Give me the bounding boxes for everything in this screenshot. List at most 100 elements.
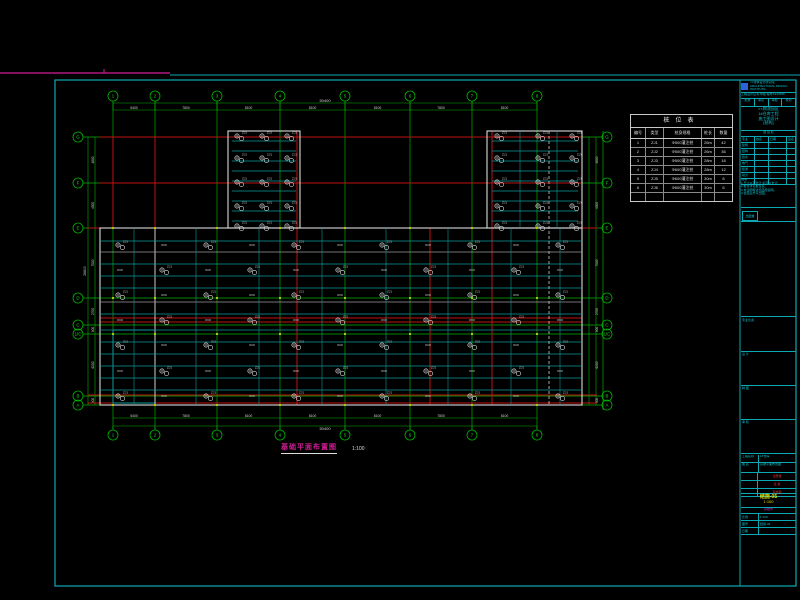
dimension-text: 3600 <box>381 268 388 272</box>
dimension-text: 3600 <box>425 343 432 347</box>
dimension-text: ZJ1 <box>167 315 172 319</box>
stamp-red-text: 签 章 <box>758 481 796 488</box>
column-node <box>344 404 346 406</box>
dimension-text: F <box>77 181 80 186</box>
pile-table-cell: 5 <box>631 175 646 183</box>
dimension-text: 1 <box>112 433 115 438</box>
pile-marker-icon <box>574 206 578 210</box>
pile-marker-icon <box>384 245 388 249</box>
signature-cell <box>769 149 787 154</box>
column-node <box>112 297 114 299</box>
dimension-text: D <box>76 296 79 301</box>
stamp-row: 注册章 <box>741 473 796 481</box>
pile-table-cell: 28m <box>702 166 715 174</box>
dimension-text: ZJ1 <box>577 153 582 157</box>
pile-marker-icon <box>499 206 503 210</box>
column-node <box>112 227 114 229</box>
pile-table-header-cell: 数量 <box>715 128 732 138</box>
column-node <box>216 297 218 299</box>
pile-marker-icon <box>208 295 212 299</box>
bottom-grid-value: 结施-05 <box>759 521 796 527</box>
dimension-text: ZJ1 <box>502 177 507 181</box>
dimension-text: ZJ1 <box>211 290 216 294</box>
pile-marker-icon <box>472 396 476 400</box>
dimension-text: 900 <box>91 398 95 404</box>
dimension-text: ZJ1 <box>519 315 524 319</box>
dimension-text: ZJ1 <box>167 265 172 269</box>
pile-table-header: 编号类型桩身规格桩长数量 <box>631 128 732 139</box>
pile-marker-icon <box>472 245 476 249</box>
dimension-text: F <box>606 181 609 186</box>
dimension-text: 3600 <box>425 293 432 297</box>
pile-marker-icon <box>120 295 124 299</box>
pile-marker-icon <box>239 206 243 210</box>
pile-marker-icon <box>540 206 544 210</box>
dimension-text: 8 <box>536 433 539 438</box>
dimension-text: 8100 <box>309 414 317 418</box>
dimension-text: 3600 <box>293 268 300 272</box>
pile-table-cell: ZJ4 <box>646 166 664 174</box>
pile-marker-icon <box>164 371 168 375</box>
dimension-text: ZJ1 <box>475 240 480 244</box>
dimension-text: ZJ1 <box>292 177 297 181</box>
dimension-text: 8100 <box>245 106 253 110</box>
dimension-text: ZJ1 <box>292 221 297 225</box>
dimension-text: ZJ1 <box>267 153 272 157</box>
dimension-text: 3600 <box>161 293 168 297</box>
dimension-text: 50400 <box>319 98 331 103</box>
signature-cell: 姓名 <box>755 137 769 142</box>
dimension-text: ZJ1 <box>211 240 216 244</box>
pile-marker-icon <box>540 158 544 162</box>
signature-cell <box>755 155 769 160</box>
pile-marker-icon <box>340 371 344 375</box>
dimension-text: 3600 <box>513 293 520 297</box>
dimension-text: 3600 <box>293 369 300 373</box>
signature-cell <box>755 161 769 166</box>
dimension-text: 7800 <box>182 414 190 418</box>
column-node <box>536 404 538 406</box>
dimension-text: ZJ1 <box>292 153 297 157</box>
dimension-text: 4 <box>279 94 282 99</box>
pile-table-cell: Φ600灌注桩 <box>664 175 702 183</box>
approval-cell: 审定 <box>755 99 769 106</box>
dimension-text: ZJ1 <box>255 366 260 370</box>
staff-label: 审 核 <box>742 421 749 425</box>
pile-table-cell <box>664 193 702 201</box>
column-node <box>279 404 281 406</box>
dimension-text: 3600 <box>161 394 168 398</box>
dimension-text: 3600 <box>381 369 388 373</box>
pile-table-cell: ZJ6 <box>646 184 664 192</box>
column-node <box>279 297 281 299</box>
dimension-text: 900 <box>595 327 599 333</box>
column-node <box>344 333 346 335</box>
dimension-text: 7 <box>471 94 474 99</box>
project-value: 1#仓库 <box>759 455 796 462</box>
pile-table-cell: Φ500灌注桩 <box>664 139 702 147</box>
title-block: ××建筑设计研究院 ARCHITECTURAL DESIGN INSTITUTE… <box>741 81 796 585</box>
project-row: 工程名称1#仓库 <box>741 455 796 463</box>
signature-cell <box>769 161 787 166</box>
signature-cell: 专业 <box>741 137 755 142</box>
dimension-text: ZJ1 <box>387 340 392 344</box>
pile-marker-icon <box>208 396 212 400</box>
dimension-text: ZJ1 <box>387 290 392 294</box>
dimension-text: 7800 <box>437 106 445 110</box>
dimension-text: ZJ1 <box>519 366 524 370</box>
dimension-text: ZJ1 <box>563 240 568 244</box>
dimension-text: 3600 <box>293 318 300 322</box>
drawing-title: 基础平面布置图 <box>281 442 337 454</box>
signature-cell <box>769 155 787 160</box>
dimension-text: ZJ1 <box>299 290 304 294</box>
signature-cell <box>755 149 769 154</box>
pile-table-cell <box>631 193 646 201</box>
column-node <box>279 227 281 229</box>
bottom-grid-label: 比例 <box>741 514 759 520</box>
dimension-text: 8 <box>536 94 539 99</box>
dimension-text: ZJ1 <box>123 391 128 395</box>
signature-cell <box>769 167 787 172</box>
design-firm-logo: ××建筑设计研究院 ARCHITECTURAL DESIGN INSTITUTE <box>741 81 796 93</box>
pile-table-row: 3ZJ3Φ500灌注桩28m18 <box>631 157 732 166</box>
pile-marker-icon <box>120 245 124 249</box>
pile-marker-icon <box>120 345 124 349</box>
sheet-scale: 1:100 <box>741 500 796 505</box>
